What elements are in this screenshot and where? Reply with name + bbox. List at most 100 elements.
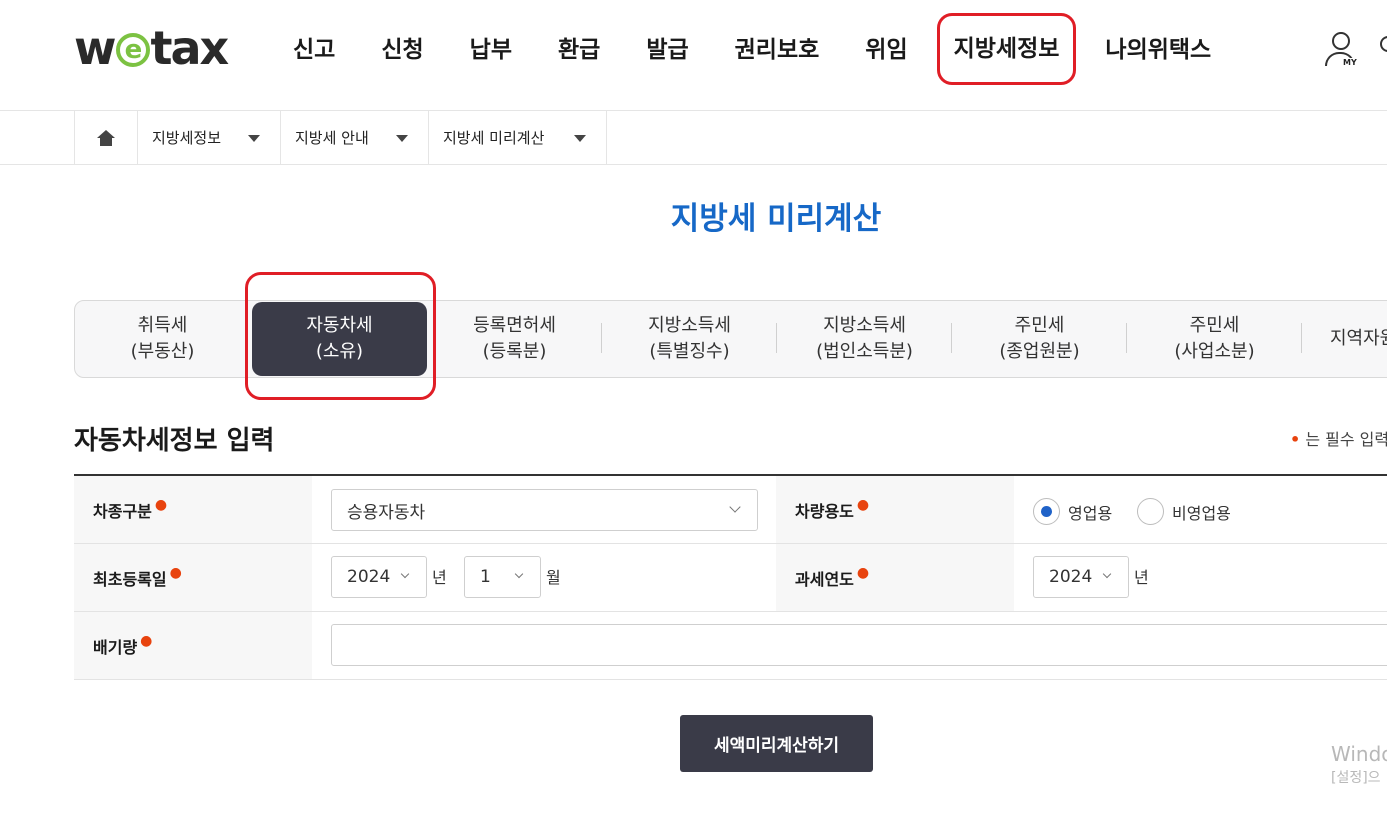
label-text: 차량용도	[795, 501, 854, 521]
tab-label-line1: 지방소득세	[648, 315, 731, 336]
breadcrumb-item-1[interactable]: 지방세정보	[138, 111, 281, 164]
search-icon[interactable]	[1380, 36, 1387, 52]
tab-label-line1: 등록면허세	[473, 315, 556, 336]
form-row-car-type: 차종구분 ● 승용자동차 차량용도 ● 영업용 비영업용	[74, 476, 1387, 544]
first-registration-year-select[interactable]: 2024	[331, 556, 427, 598]
breadcrumb-label: 지방세정보	[152, 129, 222, 147]
required-dot-icon: ●	[856, 496, 870, 513]
tab-regional-resource[interactable]: 지역자원	[1302, 301, 1387, 377]
windows-watermark-title: Windo	[1331, 742, 1387, 766]
chevron-down-icon	[729, 501, 741, 513]
label-text: 차종구분	[93, 501, 152, 521]
tab-label-line1: 주민세	[1014, 315, 1065, 336]
wetax-logo[interactable]: w e tax	[74, 21, 229, 75]
nav-item-issue[interactable]: 발급	[623, 28, 711, 72]
tab-label-line2: (특별징수)	[649, 341, 730, 362]
required-dot-icon: •	[1290, 430, 1301, 449]
first-registration-month-select[interactable]: 1	[464, 556, 541, 598]
nav-item-rights[interactable]: 권리보호	[712, 28, 843, 72]
breadcrumb-label: 지방세 안내	[295, 129, 369, 147]
logo-text-tax: tax	[150, 21, 230, 75]
nav-item-report[interactable]: 신고	[270, 28, 358, 72]
select-value: 2024	[347, 567, 391, 587]
tab-acquisition-tax[interactable]: 취득세 (부동산)	[75, 301, 250, 377]
required-note: • 는 필수 입력	[1290, 426, 1387, 450]
form-row-first-registration: 최초등록일 ● 2024 년 1 월 과세연도 ● 2024 년	[74, 544, 1387, 612]
user-head-shape	[1332, 32, 1350, 50]
label-text: 최초등록일	[93, 569, 167, 589]
breadcrumb-item-2[interactable]: 지방세 안내	[281, 111, 429, 164]
nav-item-my-wetax[interactable]: 나의위택스	[1082, 28, 1234, 72]
nav-item-local-tax-info[interactable]: 지방세정보	[936, 13, 1077, 85]
radio-label: 비영업용	[1172, 503, 1231, 523]
chevron-down-icon	[1102, 569, 1112, 579]
tab-label-line2: (사업소분)	[1174, 341, 1255, 362]
nav-item-delegate[interactable]: 위임	[842, 28, 930, 72]
caret-down-icon	[248, 135, 260, 142]
select-value: 승용자동차	[347, 502, 426, 523]
select-value: 1	[480, 567, 491, 587]
tab-local-income-tax-withholding[interactable]: 지방소득세 (특별징수)	[602, 301, 777, 377]
windows-watermark-subtitle: [설정]으	[1331, 770, 1381, 786]
car-type-select[interactable]: 승용자동차	[331, 489, 758, 531]
required-dot-icon: ●	[169, 564, 182, 581]
select-value: 2024	[1049, 567, 1093, 587]
chevron-down-icon	[400, 569, 410, 579]
radio-selected-icon	[1033, 498, 1060, 525]
usage-radio-nonbusiness[interactable]: 비영업용	[1137, 498, 1231, 525]
breadcrumb: 지방세정보 지방세 안내 지방세 미리계산	[0, 111, 1387, 165]
site-header: w e tax 신고 신청 납부 환급 발급 권리보호 위임 지방세정보 나의위택스…	[0, 0, 1387, 111]
tab-label-line1: 지역자원	[1330, 328, 1387, 349]
tab-local-income-tax-corporate[interactable]: 지방소득세 (법인소득분)	[777, 301, 952, 377]
caret-down-icon	[396, 135, 408, 142]
required-dot-icon: ●	[154, 496, 168, 513]
year-unit: 년	[1134, 568, 1149, 587]
car-type-label: 차종구분 ●	[74, 476, 312, 543]
home-icon	[97, 129, 115, 146]
my-page-icon[interactable]: MY	[1322, 32, 1362, 72]
vehicle-tax-form: 차종구분 ● 승용자동차 차량용도 ● 영업용 비영업용 최초등록일 ● 2024 년…	[74, 474, 1387, 680]
calculate-tax-button[interactable]: 세액미리계산하기	[680, 715, 873, 772]
nav-item-pay[interactable]: 납부	[447, 28, 535, 72]
tab-label-line1: 지방소득세	[823, 315, 906, 336]
tab-label-line2: (등록분)	[482, 341, 547, 362]
breadcrumb-item-3[interactable]: 지방세 미리계산	[429, 111, 607, 164]
displacement-input[interactable]	[331, 624, 1387, 666]
page-title: 지방세 미리계산	[670, 201, 882, 237]
logo-e-mark: e	[115, 33, 150, 67]
caret-down-icon	[574, 135, 586, 142]
breadcrumb-label: 지방세 미리계산	[443, 129, 545, 147]
label-text: 배기량	[93, 637, 138, 657]
tab-label-line2: (법인소득분)	[816, 341, 913, 362]
usage-radio-business[interactable]: 영업용	[1033, 498, 1112, 525]
required-dot-icon: ●	[140, 632, 153, 649]
my-label: MY	[1342, 58, 1358, 67]
nav-item-refund[interactable]: 환급	[535, 28, 623, 72]
chevron-down-icon	[514, 569, 524, 579]
radio-unselected-icon	[1137, 498, 1164, 525]
breadcrumb-home[interactable]	[74, 111, 138, 164]
tab-label-line1: 취득세	[137, 315, 188, 336]
nav-item-apply[interactable]: 신청	[358, 28, 446, 72]
tab-registration-license-tax[interactable]: 등록면허세 (등록분)	[427, 301, 602, 377]
month-unit: 월	[546, 568, 561, 587]
tab-label-line2: (종업원분)	[999, 341, 1080, 362]
tab-label-line2: (부동산)	[130, 341, 195, 362]
first-registration-label: 최초등록일 ●	[74, 544, 312, 611]
main-nav: 신고 신청 납부 환급 발급 권리보호 위임 지방세정보 나의위택스	[270, 13, 1234, 85]
tab-resident-tax-employee[interactable]: 주민세 (종업원분)	[952, 301, 1127, 377]
logo-text-w: w	[74, 21, 116, 75]
year-unit: 년	[432, 568, 447, 587]
radio-label: 영업용	[1068, 503, 1113, 523]
form-row-displacement: 배기량 ●	[74, 612, 1387, 680]
active-tab-highlight	[245, 272, 436, 400]
tax-year-label: 과세연도 ●	[776, 544, 1014, 611]
usage-label: 차량용도 ●	[776, 476, 1014, 543]
required-dot-icon: ●	[856, 564, 870, 581]
label-text: 과세연도	[795, 569, 854, 589]
required-note-text: 는 필수 입력	[1305, 430, 1387, 449]
displacement-label: 배기량 ●	[74, 612, 312, 679]
section-title: 자동차세정보 입력	[74, 426, 275, 456]
tax-year-select[interactable]: 2024	[1033, 556, 1129, 598]
tab-resident-tax-business[interactable]: 주민세 (사업소분)	[1127, 301, 1302, 377]
